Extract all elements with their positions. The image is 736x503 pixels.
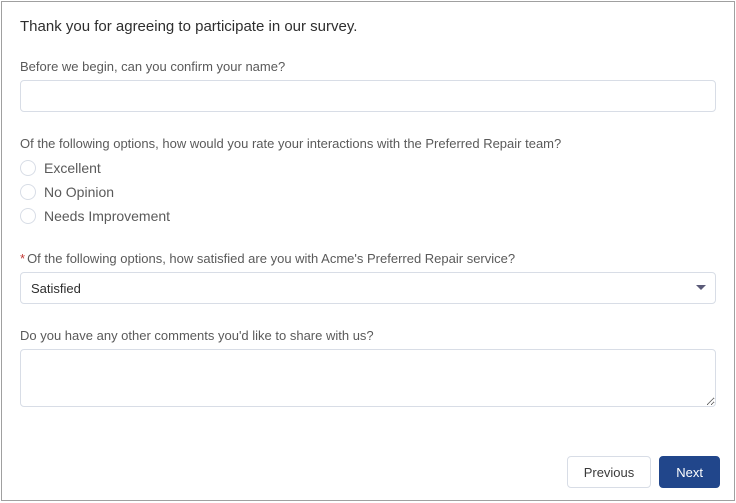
satisfaction-label-text: Of the following options, how satisfied … <box>27 251 515 266</box>
radio-row-no-opinion[interactable]: No Opinion <box>20 181 716 203</box>
radio-label: Needs Improvement <box>44 208 170 224</box>
rating-radio-group: Excellent No Opinion Needs Improvement <box>20 157 716 227</box>
footer-buttons: Previous Next <box>567 456 720 488</box>
radio-icon <box>20 184 36 200</box>
radio-icon <box>20 160 36 176</box>
comments-field-block: Do you have any other comments you'd lik… <box>20 328 716 412</box>
survey-form: Thank you for agreeing to participate in… <box>1 1 735 501</box>
radio-icon <box>20 208 36 224</box>
page-title: Thank you for agreeing to participate in… <box>20 18 716 35</box>
satisfaction-select[interactable]: Satisfied <box>20 272 716 304</box>
radio-label: Excellent <box>44 160 101 176</box>
rating-field-block: Of the following options, how would you … <box>20 136 716 227</box>
previous-button[interactable]: Previous <box>567 456 652 488</box>
name-input[interactable] <box>20 80 716 112</box>
radio-label: No Opinion <box>44 184 114 200</box>
radio-row-excellent[interactable]: Excellent <box>20 157 716 179</box>
comments-textarea[interactable] <box>20 349 716 407</box>
radio-row-needs-improvement[interactable]: Needs Improvement <box>20 205 716 227</box>
satisfaction-field-block: *Of the following options, how satisfied… <box>20 251 716 304</box>
satisfaction-field-label: *Of the following options, how satisfied… <box>20 251 716 266</box>
next-button[interactable]: Next <box>659 456 720 488</box>
required-indicator: * <box>20 251 25 266</box>
name-field-block: Before we begin, can you confirm your na… <box>20 59 716 112</box>
satisfaction-select-wrap: Satisfied <box>20 272 716 304</box>
name-field-label: Before we begin, can you confirm your na… <box>20 59 716 74</box>
rating-field-label: Of the following options, how would you … <box>20 136 716 151</box>
comments-field-label: Do you have any other comments you'd lik… <box>20 328 716 343</box>
satisfaction-select-value: Satisfied <box>31 281 81 296</box>
